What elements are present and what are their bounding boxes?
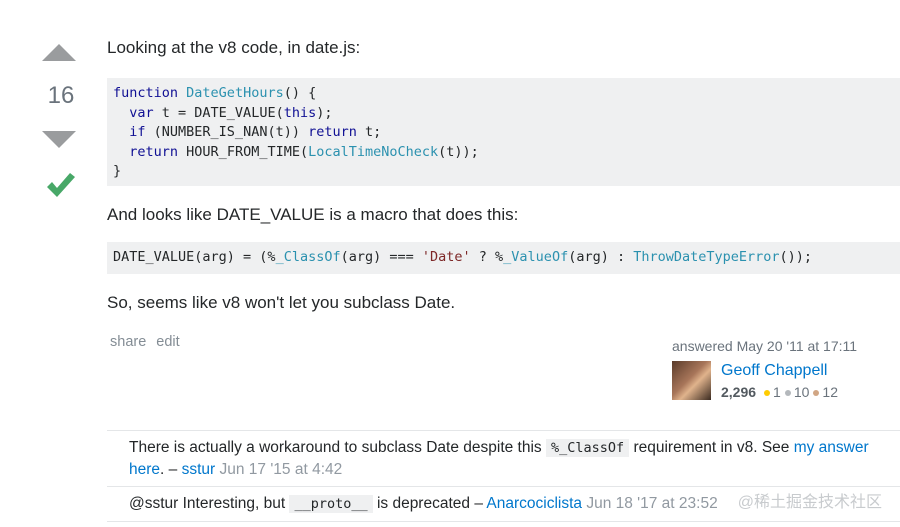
answered-timestamp: answered May 20 '11 at 17:11 (672, 338, 858, 354)
watermark-text: @稀土掘金技术社区 (737, 494, 882, 511)
comment-date[interactable]: Jun 18 '17 at 23:52 (586, 495, 717, 512)
comment-text: is deprecated – (372, 495, 487, 512)
gold-badge-count: 1 (773, 384, 781, 400)
answer-paragraph-2: And looks like DATE_VALUE is a macro tha… (107, 205, 519, 224)
gold-badge-icon (764, 389, 771, 396)
comment-user-link[interactable]: Anarcociclista (486, 495, 582, 512)
reputation-score: 2,296 (721, 384, 757, 400)
downvote-button[interactable] (42, 131, 76, 148)
share-link[interactable]: share (110, 334, 146, 350)
code-block-date-get-hours: function DateGetHours() { var t = DATE_V… (107, 78, 900, 186)
comment-text: @sstur Interesting, but (129, 495, 290, 512)
code-block-date-value-macro: DATE_VALUE(arg) = (%_ClassOf(arg) === 'D… (107, 242, 900, 274)
comment-user-link[interactable]: sstur (182, 461, 216, 478)
inline-code: __proto__ (289, 495, 373, 513)
user-avatar[interactable] (672, 361, 711, 400)
comment-text: requirement in v8. See (629, 439, 794, 456)
upvote-button[interactable] (42, 44, 76, 61)
comment-item: There is actually a workaround to subcla… (107, 431, 900, 487)
comment-date[interactable]: Jun 17 '15 at 4:42 (219, 461, 342, 478)
user-name-link[interactable]: Geoff Chappell (721, 362, 827, 380)
answer-body: Looking at the v8 code, in date.js: func… (107, 36, 900, 312)
silver-badge-count: 10 (793, 384, 810, 400)
answer-intro: Looking at the v8 code, in date.js: (107, 38, 361, 57)
edit-link[interactable]: edit (156, 334, 179, 350)
comment-text: There is actually a workaround to subcla… (129, 439, 546, 456)
comment-separator: . – (160, 461, 182, 478)
user-stats: 2,296 1 10 12 (721, 384, 838, 400)
answer-paragraph-3: So, seems like v8 won't let you subclass… (107, 293, 456, 312)
silver-badge-icon (784, 389, 791, 396)
inline-code: %_ClassOf (546, 439, 630, 457)
vote-count: 16 (47, 82, 75, 109)
accepted-check-icon (43, 168, 79, 204)
bronze-badge-icon (813, 389, 820, 396)
post-menu: share edit (110, 334, 190, 350)
bronze-badge-count: 12 (822, 384, 838, 400)
user-signature: answered May 20 '11 at 17:11 Geoff Chapp… (672, 338, 892, 400)
